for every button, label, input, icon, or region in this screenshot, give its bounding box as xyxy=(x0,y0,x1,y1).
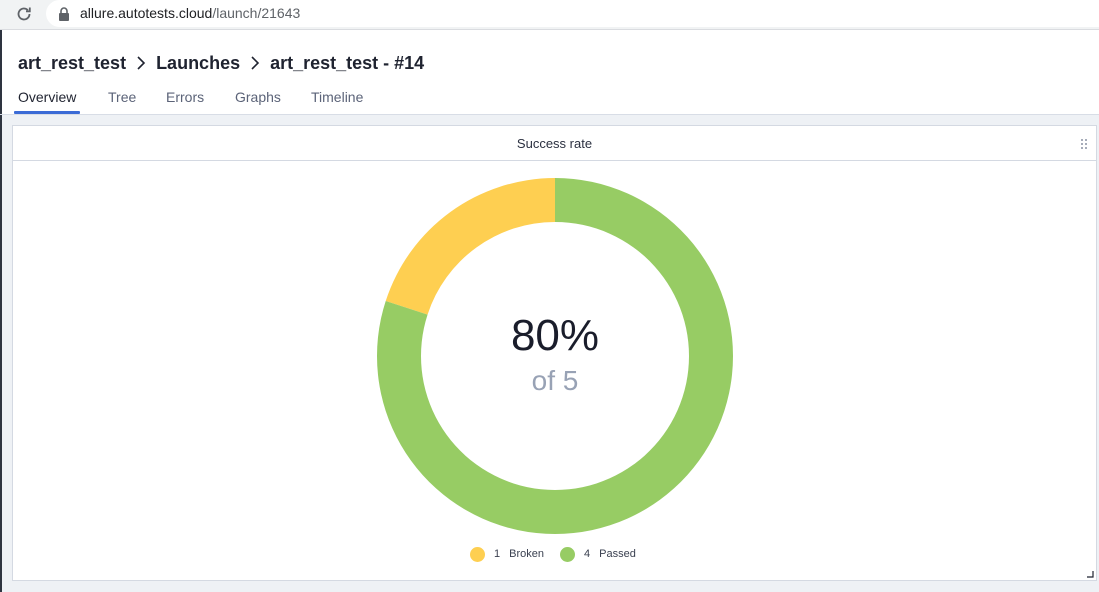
chart-legend: 1 Broken 4 Passed xyxy=(13,544,1096,564)
url-field[interactable]: allure.autotests.cloud/launch/21643 xyxy=(46,0,1099,27)
tab-graphs[interactable]: Graphs xyxy=(235,89,281,105)
legend-count: 4 xyxy=(584,548,591,560)
donut-slice-broken[interactable] xyxy=(385,178,555,315)
breadcrumb-current-launch: art_rest_test - #14 xyxy=(270,52,425,73)
url-text: allure.autotests.cloud/launch/21643 xyxy=(80,5,300,21)
chevron-right-icon xyxy=(137,56,146,70)
breadcrumb: art_rest_test Launches art_rest_test - #… xyxy=(18,52,424,74)
breadcrumb-project[interactable]: art_rest_test xyxy=(18,53,126,74)
legend-item-passed[interactable]: 4 Passed xyxy=(560,544,636,564)
url-path: /launch/21643 xyxy=(212,5,301,21)
legend-label: Broken xyxy=(509,548,544,560)
lock-icon xyxy=(59,7,69,21)
browser-address-bar: allure.autotests.cloud/launch/21643 xyxy=(0,0,1099,30)
reload-icon[interactable] xyxy=(15,5,33,23)
resize-handle-icon[interactable] xyxy=(1087,571,1094,578)
active-tab-indicator xyxy=(14,111,80,114)
tab-tree[interactable]: Tree xyxy=(108,89,136,105)
success-rate-percent: 80% xyxy=(510,311,600,360)
success-rate-widget: Success rate 80% of 5 1 Broken 4 Passed xyxy=(12,125,1097,581)
widget-header: Success rate xyxy=(13,126,1096,161)
success-rate-total: of 5 xyxy=(531,365,579,396)
legend-item-broken[interactable]: 1 Broken xyxy=(470,544,544,564)
breadcrumb-launches[interactable]: Launches xyxy=(156,53,240,74)
launch-tabs: Overview Tree Errors Graphs Timeline xyxy=(0,84,1099,115)
tab-errors[interactable]: Errors xyxy=(166,89,204,105)
legend-dot-broken xyxy=(470,546,485,562)
widget-title: Success rate xyxy=(516,136,593,151)
tab-overview[interactable]: Overview xyxy=(18,89,76,105)
legend-dot-passed xyxy=(560,546,575,562)
drag-handle-icon[interactable] xyxy=(1080,138,1088,150)
tab-timeline[interactable]: Timeline xyxy=(311,89,363,105)
url-host: allure.autotests.cloud xyxy=(80,5,213,21)
chevron-right-icon xyxy=(251,56,260,70)
legend-count: 1 xyxy=(494,548,501,560)
legend-label: Passed xyxy=(599,548,636,560)
